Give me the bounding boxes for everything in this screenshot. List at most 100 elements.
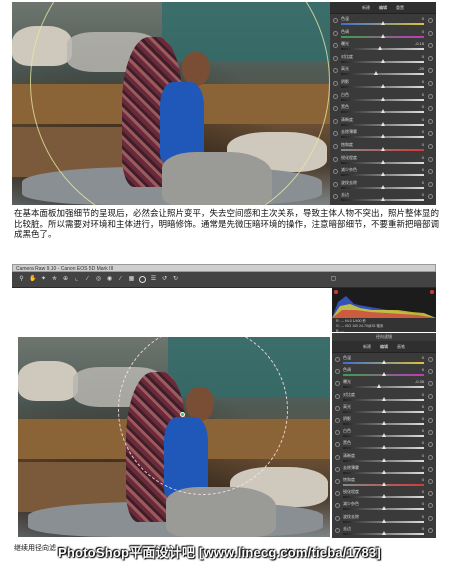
minus-icon[interactable] xyxy=(335,479,340,484)
slider-value[interactable]: 0 xyxy=(422,29,424,35)
graduated-filter-icon[interactable]: ▦ xyxy=(128,276,135,283)
slider-value[interactable]: -20 xyxy=(418,66,424,72)
slider-thumb[interactable] xyxy=(381,530,386,535)
slider-thumb[interactable] xyxy=(376,384,381,389)
minus-icon[interactable] xyxy=(335,430,340,436)
straighten-tool-icon[interactable]: ∕ xyxy=(84,276,91,283)
slider-value[interactable]: 0 xyxy=(422,129,424,135)
white-balance-tool-icon[interactable]: ✦ xyxy=(40,276,47,283)
slider-value[interactable]: 0 xyxy=(422,477,424,483)
slider-value[interactable]: 0 xyxy=(422,92,424,98)
tab-new[interactable]: 新建 xyxy=(360,5,372,11)
plus-icon[interactable] xyxy=(428,369,433,375)
minus-icon[interactable] xyxy=(333,18,338,23)
slider-value[interactable]: 0 xyxy=(422,526,424,532)
slider-thumb[interactable] xyxy=(380,84,385,88)
slider-value[interactable]: 0 xyxy=(422,367,424,373)
slider-thumb[interactable] xyxy=(380,134,385,139)
slider-thumb[interactable] xyxy=(380,58,385,63)
plus-icon[interactable] xyxy=(428,55,433,61)
rotate-left-icon[interactable]: ↺ xyxy=(161,276,168,283)
plus-icon[interactable] xyxy=(428,405,433,411)
slider-thumb[interactable] xyxy=(380,121,385,126)
slider-value[interactable]: 0 xyxy=(422,489,424,495)
minus-icon[interactable] xyxy=(333,194,338,200)
minus-icon[interactable] xyxy=(333,169,338,175)
plus-icon[interactable] xyxy=(428,454,433,460)
slider-thumb[interactable] xyxy=(381,372,386,377)
plus-icon[interactable] xyxy=(428,144,433,149)
preferences-icon[interactable]: ☰ xyxy=(150,276,157,283)
plus-icon[interactable] xyxy=(428,466,433,472)
slider-track[interactable] xyxy=(341,109,424,114)
minus-icon[interactable] xyxy=(333,156,338,162)
slider-track[interactable] xyxy=(343,457,424,462)
minus-icon[interactable] xyxy=(333,181,338,187)
slider-track[interactable] xyxy=(341,46,424,51)
slider-thumb[interactable] xyxy=(381,445,386,450)
slider-value[interactable]: 0 xyxy=(422,440,424,446)
plus-icon[interactable] xyxy=(428,18,433,23)
minus-icon[interactable] xyxy=(335,515,340,521)
slider-value[interactable]: 0 xyxy=(422,428,424,434)
slider-value[interactable]: 0 xyxy=(422,155,424,161)
slider-thumb[interactable] xyxy=(380,172,385,177)
slider-value[interactable]: 0 xyxy=(422,167,424,173)
slider-track[interactable] xyxy=(341,184,424,189)
slider-thumb[interactable] xyxy=(380,197,385,202)
slider-track[interactable] xyxy=(341,197,424,202)
slider-thumb[interactable] xyxy=(380,21,385,25)
minus-icon[interactable] xyxy=(335,442,340,448)
minus-icon[interactable] xyxy=(335,527,340,533)
minus-icon[interactable] xyxy=(335,405,340,411)
slider-value[interactable]: 0 xyxy=(422,104,424,110)
tab-reset[interactable]: 重置 xyxy=(394,5,406,11)
slider-value[interactable]: 0 xyxy=(422,416,424,422)
red-eye-tool-icon[interactable]: ◉ xyxy=(106,276,113,283)
slider-value[interactable]: 0 xyxy=(422,79,424,85)
slider-value[interactable]: 0 xyxy=(422,180,424,186)
tab-brush[interactable]: 画笔 xyxy=(395,344,407,350)
minus-icon[interactable] xyxy=(333,81,338,86)
slider-track[interactable] xyxy=(343,408,424,413)
slider-thumb[interactable] xyxy=(381,518,386,523)
slider-thumb[interactable] xyxy=(381,408,386,413)
slider-value[interactable]: 0 xyxy=(422,392,424,398)
slider-value[interactable]: -0.35 xyxy=(415,379,424,385)
slider-thumb[interactable] xyxy=(380,159,385,164)
slider-track[interactable] xyxy=(343,433,424,438)
slider-track[interactable] xyxy=(341,33,424,38)
plus-icon[interactable] xyxy=(428,81,433,86)
plus-icon[interactable] xyxy=(428,479,433,484)
slider-value[interactable]: 0 xyxy=(422,192,424,198)
minus-icon[interactable] xyxy=(335,381,340,387)
plus-icon[interactable] xyxy=(428,418,433,423)
slider-value[interactable]: -0.15 xyxy=(415,41,424,47)
slider-track[interactable] xyxy=(343,396,424,401)
slider-value[interactable]: 0 xyxy=(422,514,424,520)
slider-thumb[interactable] xyxy=(381,396,386,401)
plus-icon[interactable] xyxy=(428,515,433,521)
minus-icon[interactable] xyxy=(335,393,340,399)
plus-icon[interactable] xyxy=(428,131,433,137)
slider-track[interactable] xyxy=(343,469,424,474)
plus-icon[interactable] xyxy=(428,68,433,74)
slider-value[interactable]: 0 xyxy=(422,355,424,361)
hand-tool-icon[interactable]: ✋ xyxy=(29,276,36,283)
minus-icon[interactable] xyxy=(333,93,338,99)
plus-icon[interactable] xyxy=(428,30,433,36)
slider-value[interactable]: 0 xyxy=(422,117,424,123)
radial-filter-icon[interactable] xyxy=(139,276,146,283)
slider-thumb[interactable] xyxy=(378,46,382,51)
minus-icon[interactable] xyxy=(333,144,338,149)
plus-icon[interactable] xyxy=(428,527,433,533)
slider-thumb[interactable] xyxy=(380,96,385,101)
fullscreen-icon[interactable]: ▢ xyxy=(330,276,337,283)
minus-icon[interactable] xyxy=(335,369,340,375)
plus-icon[interactable] xyxy=(428,181,433,187)
plus-icon[interactable] xyxy=(428,381,433,387)
plus-icon[interactable] xyxy=(428,491,433,497)
minus-icon[interactable] xyxy=(335,454,340,460)
plus-icon[interactable] xyxy=(428,503,433,509)
slider-track[interactable] xyxy=(341,172,424,177)
